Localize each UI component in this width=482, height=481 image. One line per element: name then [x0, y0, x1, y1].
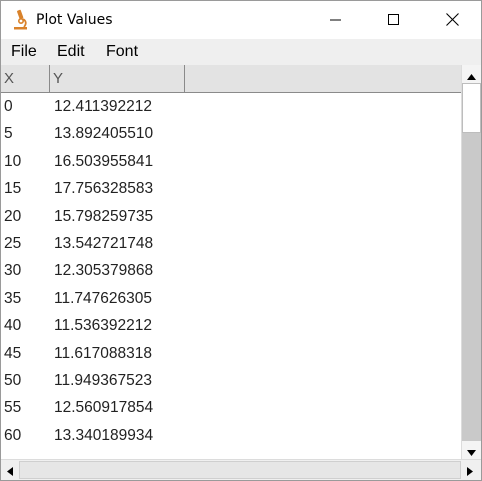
table-row[interactable]: 25 13.542721748 [1, 230, 461, 257]
title-bar[interactable]: Plot Values [1, 1, 481, 39]
vertical-scrollbar[interactable] [461, 65, 481, 459]
maximize-icon [388, 11, 400, 30]
cell-x: 20 [4, 207, 22, 225]
menu-bar: File Edit Font [1, 39, 481, 65]
table-row[interactable]: 10 16.503955841 [1, 148, 461, 175]
maximize-button[interactable] [365, 1, 423, 39]
column-header-filler [185, 65, 461, 92]
column-header-x[interactable]: X [1, 65, 50, 92]
cell-x: 45 [4, 344, 22, 362]
vertical-scroll-track[interactable] [462, 133, 481, 441]
cell-x: 10 [4, 152, 22, 170]
scroll-right-button[interactable] [461, 460, 479, 480]
cell-x: 40 [4, 317, 22, 335]
cell-y: 16.503955841 [54, 152, 154, 170]
table-row[interactable]: 55 12.560917854 [1, 394, 461, 421]
cell-y: 12.305379868 [54, 262, 154, 280]
scroll-up-button[interactable] [462, 65, 481, 83]
horizontal-scrollbar[interactable] [1, 459, 481, 480]
table-row[interactable]: 60 13.340189934 [1, 422, 461, 449]
table-row[interactable]: 45 11.617088318 [1, 340, 461, 367]
scroll-left-button[interactable] [1, 460, 19, 480]
minimize-icon [330, 11, 342, 30]
menu-edit[interactable]: Edit [57, 43, 85, 61]
cell-y: 17.756328583 [54, 180, 154, 198]
cell-x: 25 [4, 235, 22, 252]
menu-font[interactable]: Font [106, 43, 138, 61]
column-header-y[interactable]: Y [50, 65, 185, 92]
table-header: X Y [1, 65, 461, 93]
vertical-scroll-thumb[interactable] [462, 83, 481, 133]
menu-file[interactable]: File [11, 43, 37, 61]
cell-y: 11.747626305 [54, 289, 152, 307]
close-button[interactable] [423, 1, 481, 39]
arrow-right-icon [467, 461, 473, 480]
window-title: Plot Values [36, 12, 113, 28]
values-table: X Y 0 12.411392212 5 13.892405510 10 16.50395… [1, 65, 461, 459]
cell-x: 50 [4, 372, 22, 389]
cell-x: 0 [4, 98, 13, 115]
table-row[interactable]: 15 17.756328583 [1, 175, 461, 202]
microscope-icon [11, 9, 31, 31]
arrow-left-icon [7, 461, 13, 480]
table-row[interactable]: 20 15.798259735 [1, 203, 461, 230]
cell-y: 11.617088318 [54, 344, 152, 362]
table-row[interactable]: 40 11.536392212 [1, 312, 461, 339]
cell-y: 12.411392212 [54, 98, 152, 115]
horizontal-scroll-track[interactable] [19, 461, 461, 479]
cell-y: 12.560917854 [54, 399, 154, 417]
cell-y: 13.340189934 [54, 426, 154, 444]
cell-y: 13.542721748 [54, 235, 154, 252]
scroll-down-button[interactable] [462, 441, 481, 459]
cell-y: 11.949367523 [54, 372, 152, 389]
table-row[interactable]: 5 13.892405510 [1, 120, 461, 147]
table-row[interactable]: 35 11.747626305 [1, 285, 461, 312]
cell-y: 11.536392212 [54, 317, 152, 335]
table-row[interactable]: 30 12.305379868 [1, 257, 461, 284]
table-row[interactable]: 50 11.949367523 [1, 367, 461, 394]
table-row[interactable]: 0 12.411392212 [1, 93, 461, 120]
cell-y: 15.798259735 [54, 207, 154, 225]
close-icon [445, 11, 459, 30]
minimize-button[interactable] [307, 1, 365, 39]
cell-y: 13.892405510 [54, 125, 154, 143]
cell-x: 30 [4, 262, 22, 280]
arrow-up-icon [467, 65, 476, 84]
cell-x: 5 [4, 125, 13, 143]
arrow-down-icon [467, 441, 476, 460]
plot-values-window: Plot Values File Edit Font X Y 0 12.41139… [0, 0, 482, 481]
cell-x: 15 [4, 180, 22, 198]
cell-x: 35 [4, 289, 22, 307]
cell-x: 60 [4, 426, 22, 444]
cell-x: 55 [4, 399, 22, 417]
